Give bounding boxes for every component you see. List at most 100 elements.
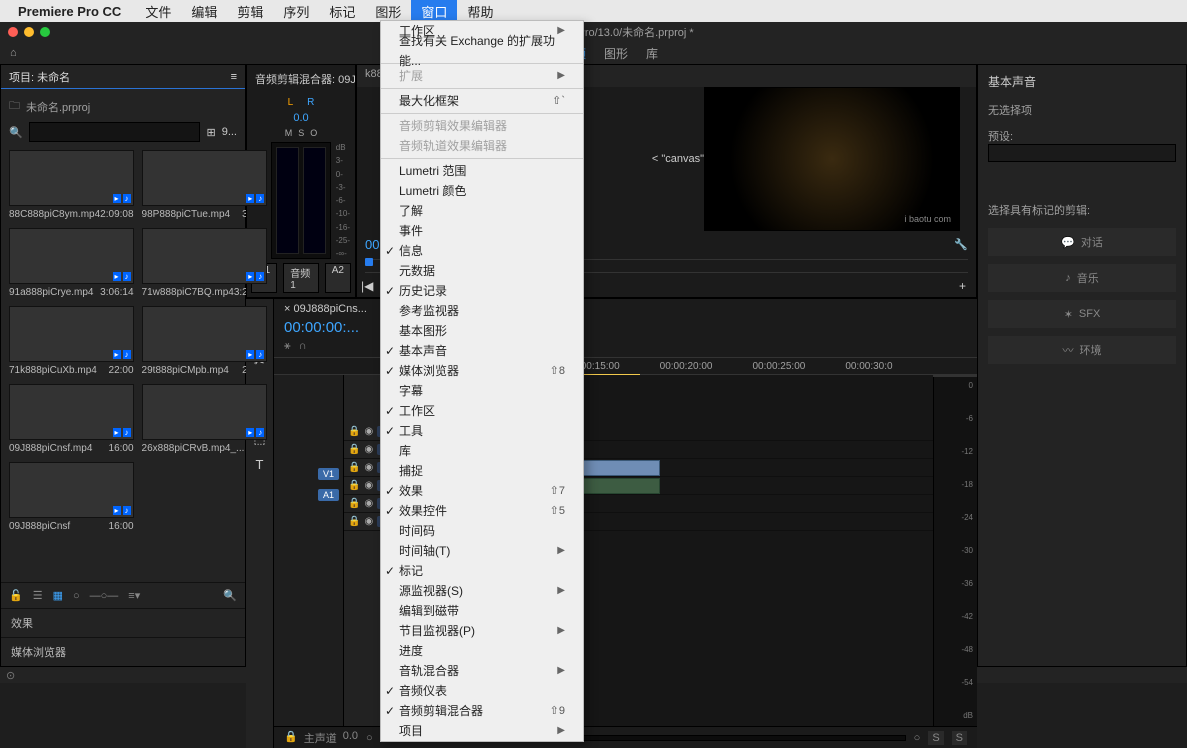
menu-item[interactable]: 捕捉	[381, 461, 583, 481]
lock-icon[interactable]: 🔒	[348, 426, 360, 437]
main-vol-value[interactable]: 0.0	[343, 730, 358, 746]
menu-item[interactable]: 基本图形	[381, 321, 583, 341]
lock-icon[interactable]: 🔒	[348, 516, 360, 527]
close-sequence-icon[interactable]: ×	[284, 303, 290, 315]
settings-icon[interactable]: 🔧	[954, 238, 968, 251]
menu-file[interactable]: 文件	[135, 0, 181, 23]
menu-item[interactable]: 了解	[381, 201, 583, 221]
clip-item[interactable]: ▸♪ 91a888piCrye.mp43:06:14	[9, 228, 134, 298]
menu-item[interactable]: Lumetri 范围	[381, 161, 583, 181]
dialogue-button[interactable]: 💬对话	[988, 228, 1176, 256]
pan-value[interactable]: 0.0	[293, 112, 308, 124]
toggle-icon[interactable]: ◉	[364, 516, 373, 527]
menu-item[interactable]: 字幕	[381, 381, 583, 401]
solo-s1[interactable]: S	[928, 731, 943, 745]
mute-button[interactable]: M	[285, 128, 293, 138]
sort-icon[interactable]: ≡▾	[128, 589, 140, 602]
zoom-button[interactable]	[40, 27, 50, 37]
clip-item[interactable]: ▸♪ 09J888piCnsf.mp416:00	[9, 384, 134, 454]
menu-item[interactable]: 参考监视器	[381, 301, 583, 321]
menu-item[interactable]: 编辑到磁带	[381, 601, 583, 621]
home-icon[interactable]: ⌂	[10, 47, 17, 59]
clip-item[interactable]: ▸♪ 71k888piCuXb.mp422:00	[9, 306, 134, 376]
menu-item[interactable]: 查找有关 Exchange 的扩展功能...	[381, 41, 583, 61]
menu-item[interactable]: 元数据	[381, 261, 583, 281]
search-footer-icon[interactable]: 🔍	[223, 589, 237, 602]
toggle-icon[interactable]: ◉	[364, 462, 373, 473]
menu-item[interactable]: ✓音频剪辑混合器⇧9	[381, 701, 583, 721]
tool-6[interactable]: T	[256, 457, 264, 472]
transport-btn-0[interactable]: |◀	[361, 279, 373, 293]
menu-item[interactable]: 进度	[381, 641, 583, 661]
o-button[interactable]: O	[310, 128, 317, 138]
scroll-right-handle[interactable]: ○	[914, 732, 921, 744]
lock-icon[interactable]: 🔒	[348, 480, 360, 491]
menu-clip[interactable]: 剪辑	[227, 0, 273, 23]
project-panel-header[interactable]: 项目: 未命名 ≡	[1, 65, 245, 89]
clip-thumbnail[interactable]: ▸♪	[142, 228, 268, 284]
menu-item[interactable]: Lumetri 颜色	[381, 181, 583, 201]
patch-V1[interactable]: V1	[318, 468, 339, 480]
menu-item[interactable]: 最大化框架⇧`	[381, 91, 583, 111]
clip-thumbnail[interactable]: ▸♪	[9, 228, 134, 284]
effects-tab[interactable]: 效果	[1, 608, 245, 637]
scroll-left-handle[interactable]: ○	[366, 732, 373, 744]
project-file-row[interactable]: 🗀 未命名.prproj	[9, 97, 237, 116]
menu-edit[interactable]: 编辑	[181, 0, 227, 23]
clip-thumbnail[interactable]: ▸♪	[142, 150, 268, 206]
menu-sequence[interactable]: 序列	[273, 0, 319, 23]
app-name[interactable]: Premiere Pro CC	[18, 4, 121, 19]
lock-icon[interactable]: 🔓	[9, 589, 23, 602]
preset-select[interactable]	[988, 144, 1176, 162]
menu-item[interactable]: 源监视器(S)▶	[381, 581, 583, 601]
list-view-icon[interactable]: ☰	[33, 589, 43, 602]
menu-item[interactable]: 时间轴(T)▶	[381, 541, 583, 561]
transport-btn-6[interactable]: +	[959, 279, 966, 293]
mixer-a2[interactable]: A2	[325, 263, 351, 293]
menu-item[interactable]: ✓效果⇧7	[381, 481, 583, 501]
menu-item[interactable]: 项目▶	[381, 721, 583, 741]
sequence-name[interactable]: 09J888piCns...	[294, 303, 367, 315]
menu-item[interactable]: ✓信息	[381, 241, 583, 261]
lock-main-icon[interactable]: 🔒	[284, 730, 298, 746]
toggle-icon[interactable]: ◉	[364, 426, 373, 437]
new-item-icon[interactable]: ⊞	[206, 126, 215, 139]
playhead-icon[interactable]	[365, 258, 373, 266]
toggle-icon[interactable]: ◉	[364, 480, 373, 491]
zoom-slider-icon[interactable]: —○—	[90, 590, 119, 602]
menu-item[interactable]: ✓工具	[381, 421, 583, 441]
freeform-view-icon[interactable]: ○	[73, 590, 80, 602]
lock-icon[interactable]: 🔒	[348, 498, 360, 509]
lock-icon[interactable]: 🔒	[348, 462, 360, 473]
toggle-icon[interactable]: ◉	[364, 498, 373, 509]
lock-icon[interactable]: 🔒	[348, 444, 360, 455]
menu-item[interactable]: 事件	[381, 221, 583, 241]
clip-thumbnail[interactable]: ▸♪	[142, 384, 268, 440]
media-browser-tab[interactable]: 媒体浏览器	[1, 637, 245, 666]
menu-item[interactable]: 音轨混合器▶	[381, 661, 583, 681]
menu-item[interactable]: ✓效果控件⇧5	[381, 501, 583, 521]
menu-item[interactable]: ✓音频仪表	[381, 681, 583, 701]
icon-view-icon[interactable]: ▦	[53, 589, 63, 602]
menu-item[interactable]: 库	[381, 441, 583, 461]
clip-item[interactable]: ▸♪ 88C888piC8ym.mp42:09:08	[9, 150, 134, 220]
menu-item[interactable]: ✓标记	[381, 561, 583, 581]
music-button[interactable]: ♪音乐	[988, 264, 1176, 292]
menu-markers[interactable]: 标记	[319, 0, 365, 23]
mixer-track[interactable]: 音频 1	[283, 263, 319, 293]
patch-A1[interactable]: A1	[318, 489, 339, 501]
search-input[interactable]	[29, 122, 201, 142]
program-canvas[interactable]	[704, 87, 960, 231]
clip-thumbnail[interactable]: ▸♪	[9, 384, 134, 440]
clip-thumbnail[interactable]: ▸♪	[9, 150, 134, 206]
menu-item[interactable]: ✓历史记录	[381, 281, 583, 301]
clip-thumbnail[interactable]: ▸♪	[9, 306, 134, 362]
tab-graphics[interactable]: 图形	[604, 45, 628, 62]
minimize-button[interactable]	[24, 27, 34, 37]
tab-libraries[interactable]: 库	[646, 45, 658, 62]
close-button[interactable]	[8, 27, 18, 37]
sfx-button[interactable]: ✶SFX	[988, 300, 1176, 328]
menu-item[interactable]: ✓基本声音	[381, 341, 583, 361]
menu-item[interactable]: 节目监视器(P)▶	[381, 621, 583, 641]
solo-button[interactable]: S	[298, 128, 304, 138]
